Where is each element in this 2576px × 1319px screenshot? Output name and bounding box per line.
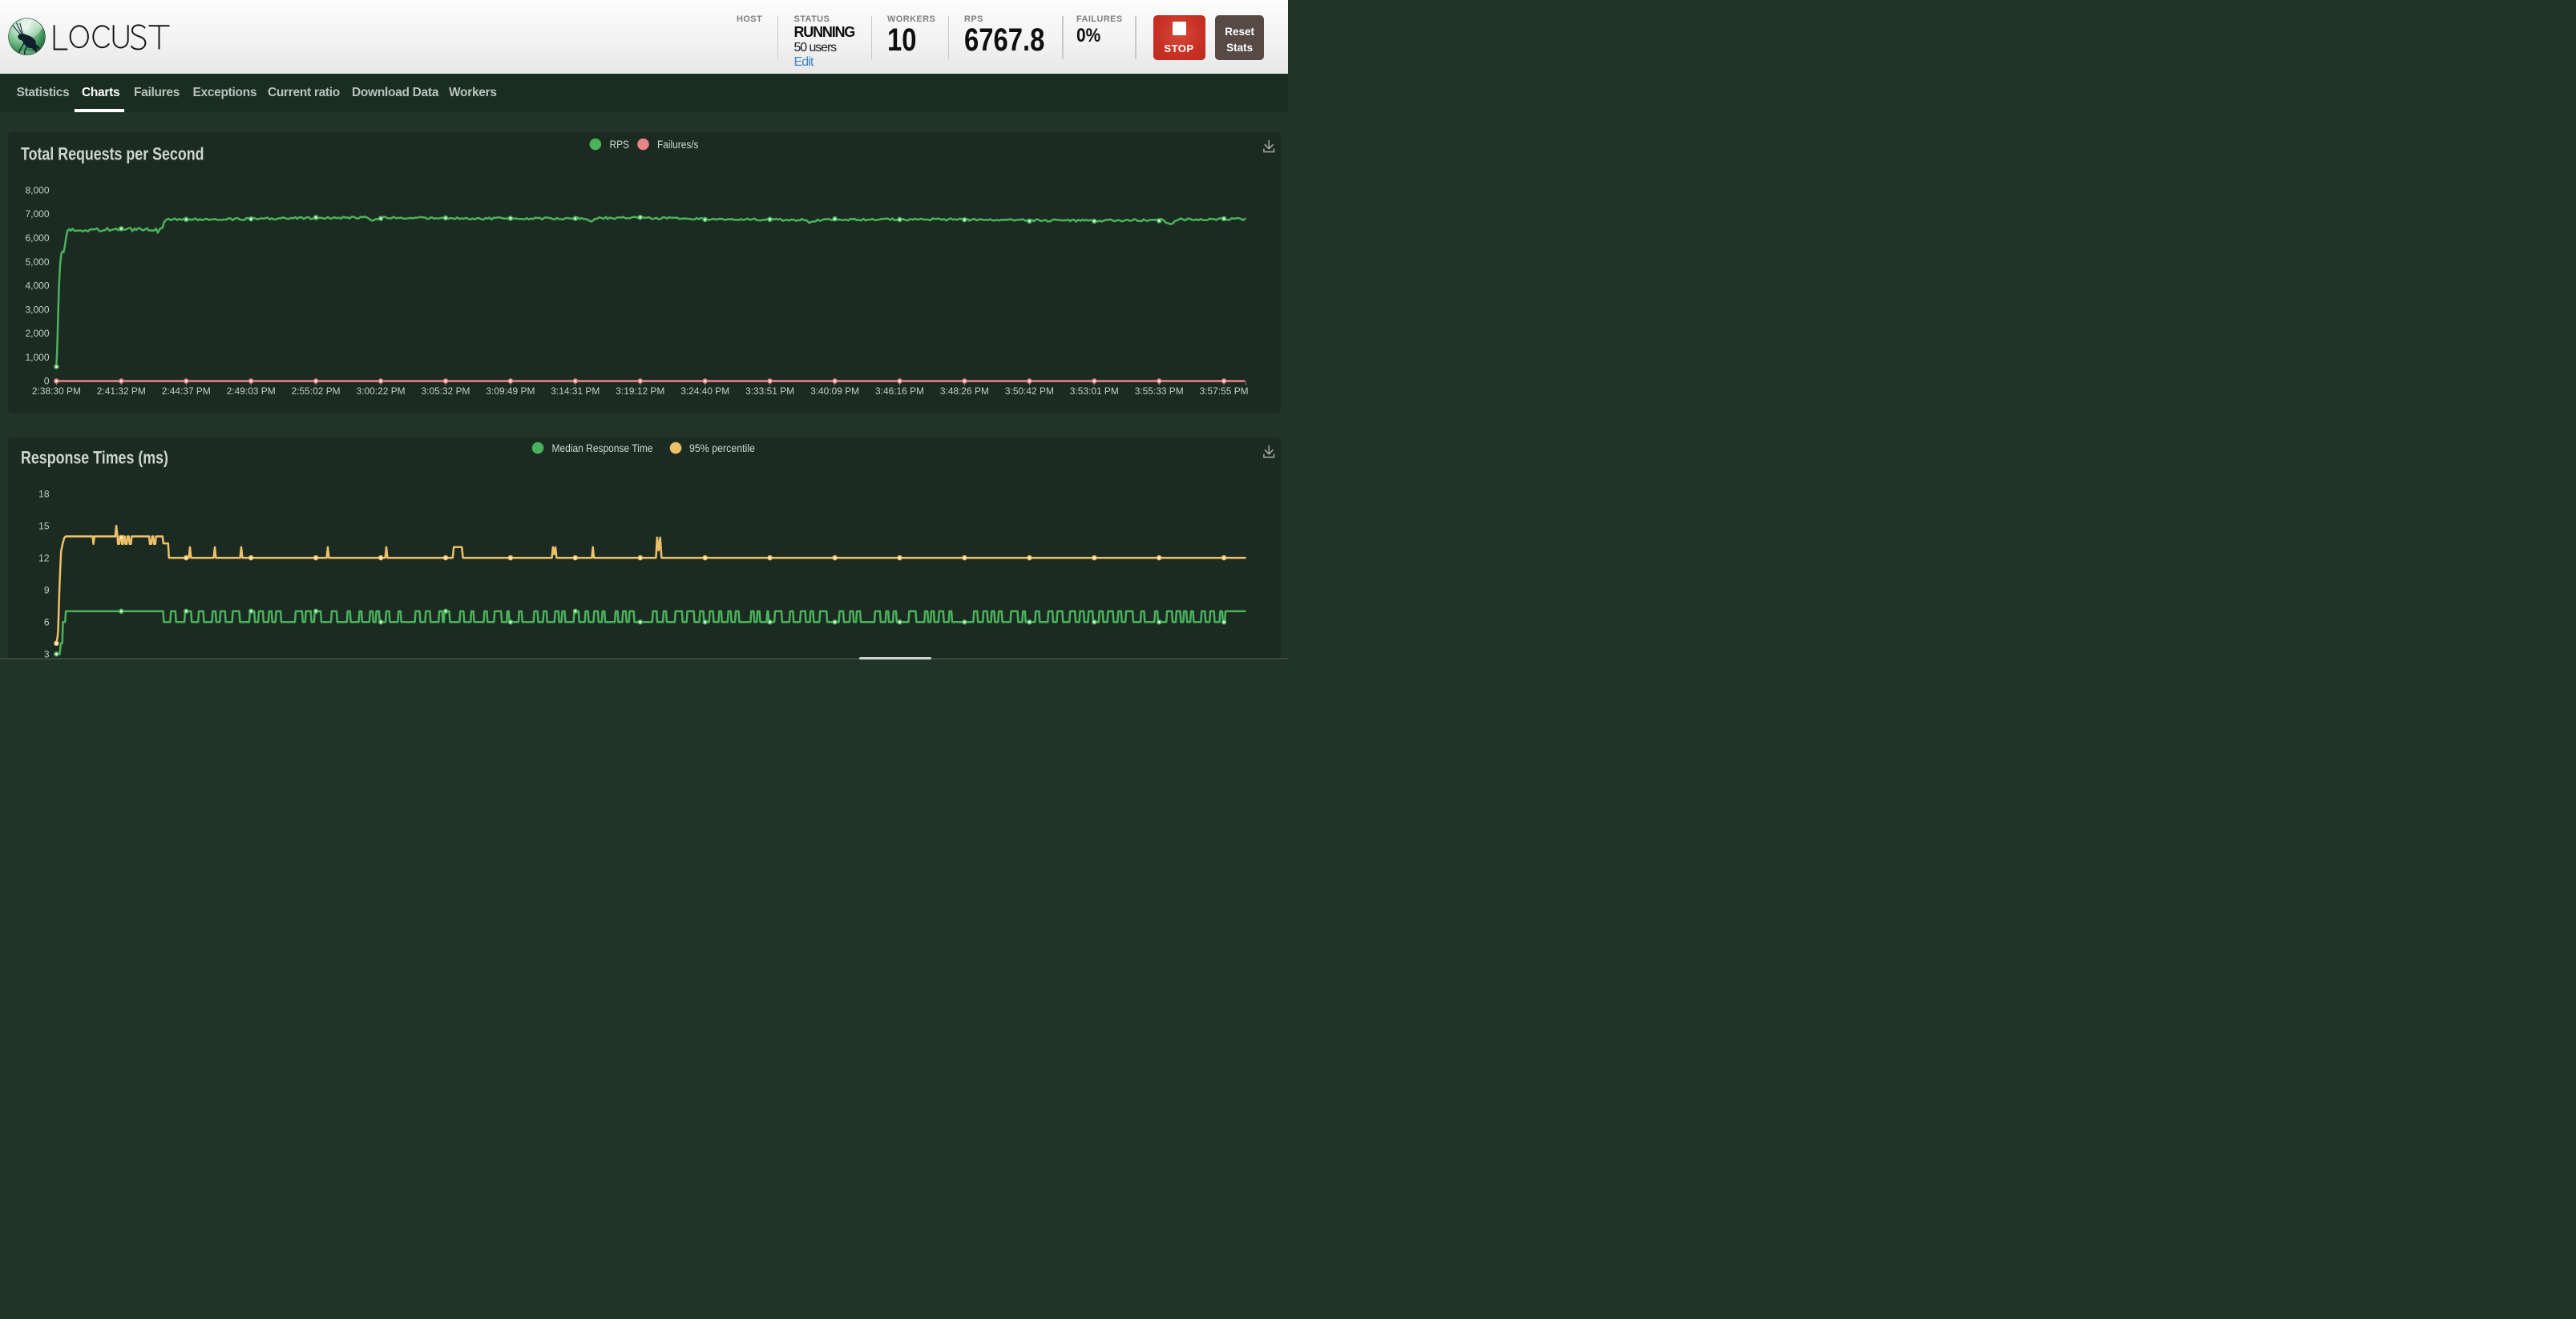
svg-text:18: 18 bbox=[38, 488, 50, 499]
svg-text:6,000: 6,000 bbox=[25, 232, 49, 244]
svg-text:2:41:32 PM: 2:41:32 PM bbox=[97, 385, 146, 397]
svg-text:RPS: RPS bbox=[610, 139, 630, 151]
svg-text:15: 15 bbox=[38, 520, 50, 531]
svg-text:3:14:31 PM: 3:14:31 PM bbox=[551, 385, 600, 397]
svg-text:12: 12 bbox=[38, 552, 50, 563]
svg-text:2:49:03 PM: 2:49:03 PM bbox=[227, 385, 276, 397]
svg-text:1,000: 1,000 bbox=[25, 352, 49, 363]
svg-text:2:38:30 PM: 2:38:30 PM bbox=[32, 385, 81, 397]
svg-text:Total Requests per Second: Total Requests per Second bbox=[21, 143, 204, 163]
svg-text:3,000: 3,000 bbox=[25, 304, 49, 315]
svg-text:3:33:51 PM: 3:33:51 PM bbox=[745, 385, 794, 397]
svg-text:95% percentile: 95% percentile bbox=[689, 442, 755, 454]
svg-text:8,000: 8,000 bbox=[25, 184, 49, 196]
svg-text:3:24:40 PM: 3:24:40 PM bbox=[680, 385, 729, 397]
svg-text:3:46:16 PM: 3:46:16 PM bbox=[875, 385, 924, 397]
svg-text:2:44:37 PM: 2:44:37 PM bbox=[162, 385, 211, 397]
svg-text:Failures/s: Failures/s bbox=[657, 139, 699, 151]
svg-text:3:55:33 PM: 3:55:33 PM bbox=[1135, 385, 1184, 397]
svg-text:2:55:02 PM: 2:55:02 PM bbox=[292, 385, 341, 397]
svg-text:Response Times (ms): Response Times (ms) bbox=[21, 448, 168, 468]
svg-text:3:19:12 PM: 3:19:12 PM bbox=[616, 385, 664, 397]
svg-text:6: 6 bbox=[44, 616, 50, 627]
svg-text:3:48:26 PM: 3:48:26 PM bbox=[940, 385, 989, 397]
svg-text:2,000: 2,000 bbox=[25, 328, 49, 339]
svg-text:9: 9 bbox=[44, 584, 50, 595]
svg-text:3:57:55 PM: 3:57:55 PM bbox=[1200, 385, 1249, 397]
svg-text:3: 3 bbox=[44, 648, 50, 660]
svg-text:7,000: 7,000 bbox=[25, 208, 49, 220]
svg-text:3:09:49 PM: 3:09:49 PM bbox=[486, 385, 535, 397]
svg-text:3:40:09 PM: 3:40:09 PM bbox=[810, 385, 859, 397]
svg-text:5,000: 5,000 bbox=[25, 256, 49, 268]
svg-text:4,000: 4,000 bbox=[25, 280, 49, 292]
svg-text:3:50:42 PM: 3:50:42 PM bbox=[1005, 385, 1054, 397]
svg-text:3:00:22 PM: 3:00:22 PM bbox=[357, 385, 406, 397]
svg-text:3:05:32 PM: 3:05:32 PM bbox=[422, 385, 470, 397]
svg-text:Median Response Time: Median Response Time bbox=[552, 442, 653, 454]
svg-text:3:53:01 PM: 3:53:01 PM bbox=[1070, 385, 1119, 397]
